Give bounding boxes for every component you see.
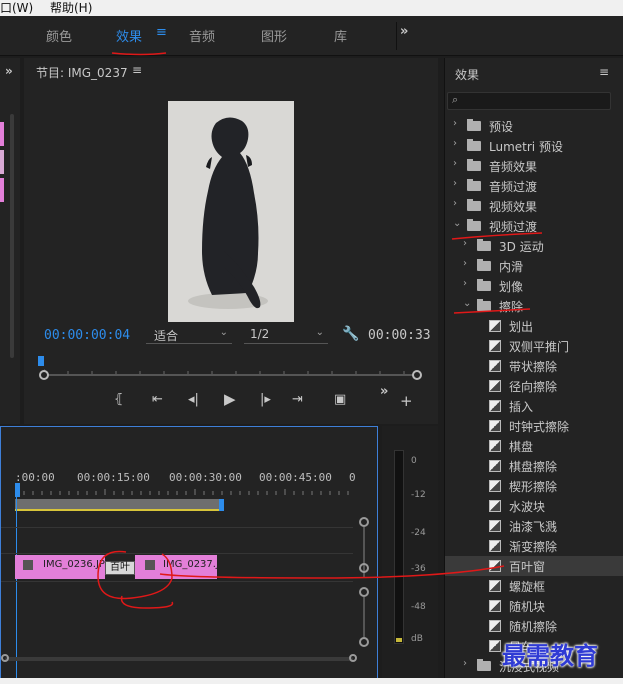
red-annotation-overlay <box>97 52 543 609</box>
watermark-text: 最需教育 <box>502 641 598 670</box>
taskbar <box>0 678 623 684</box>
